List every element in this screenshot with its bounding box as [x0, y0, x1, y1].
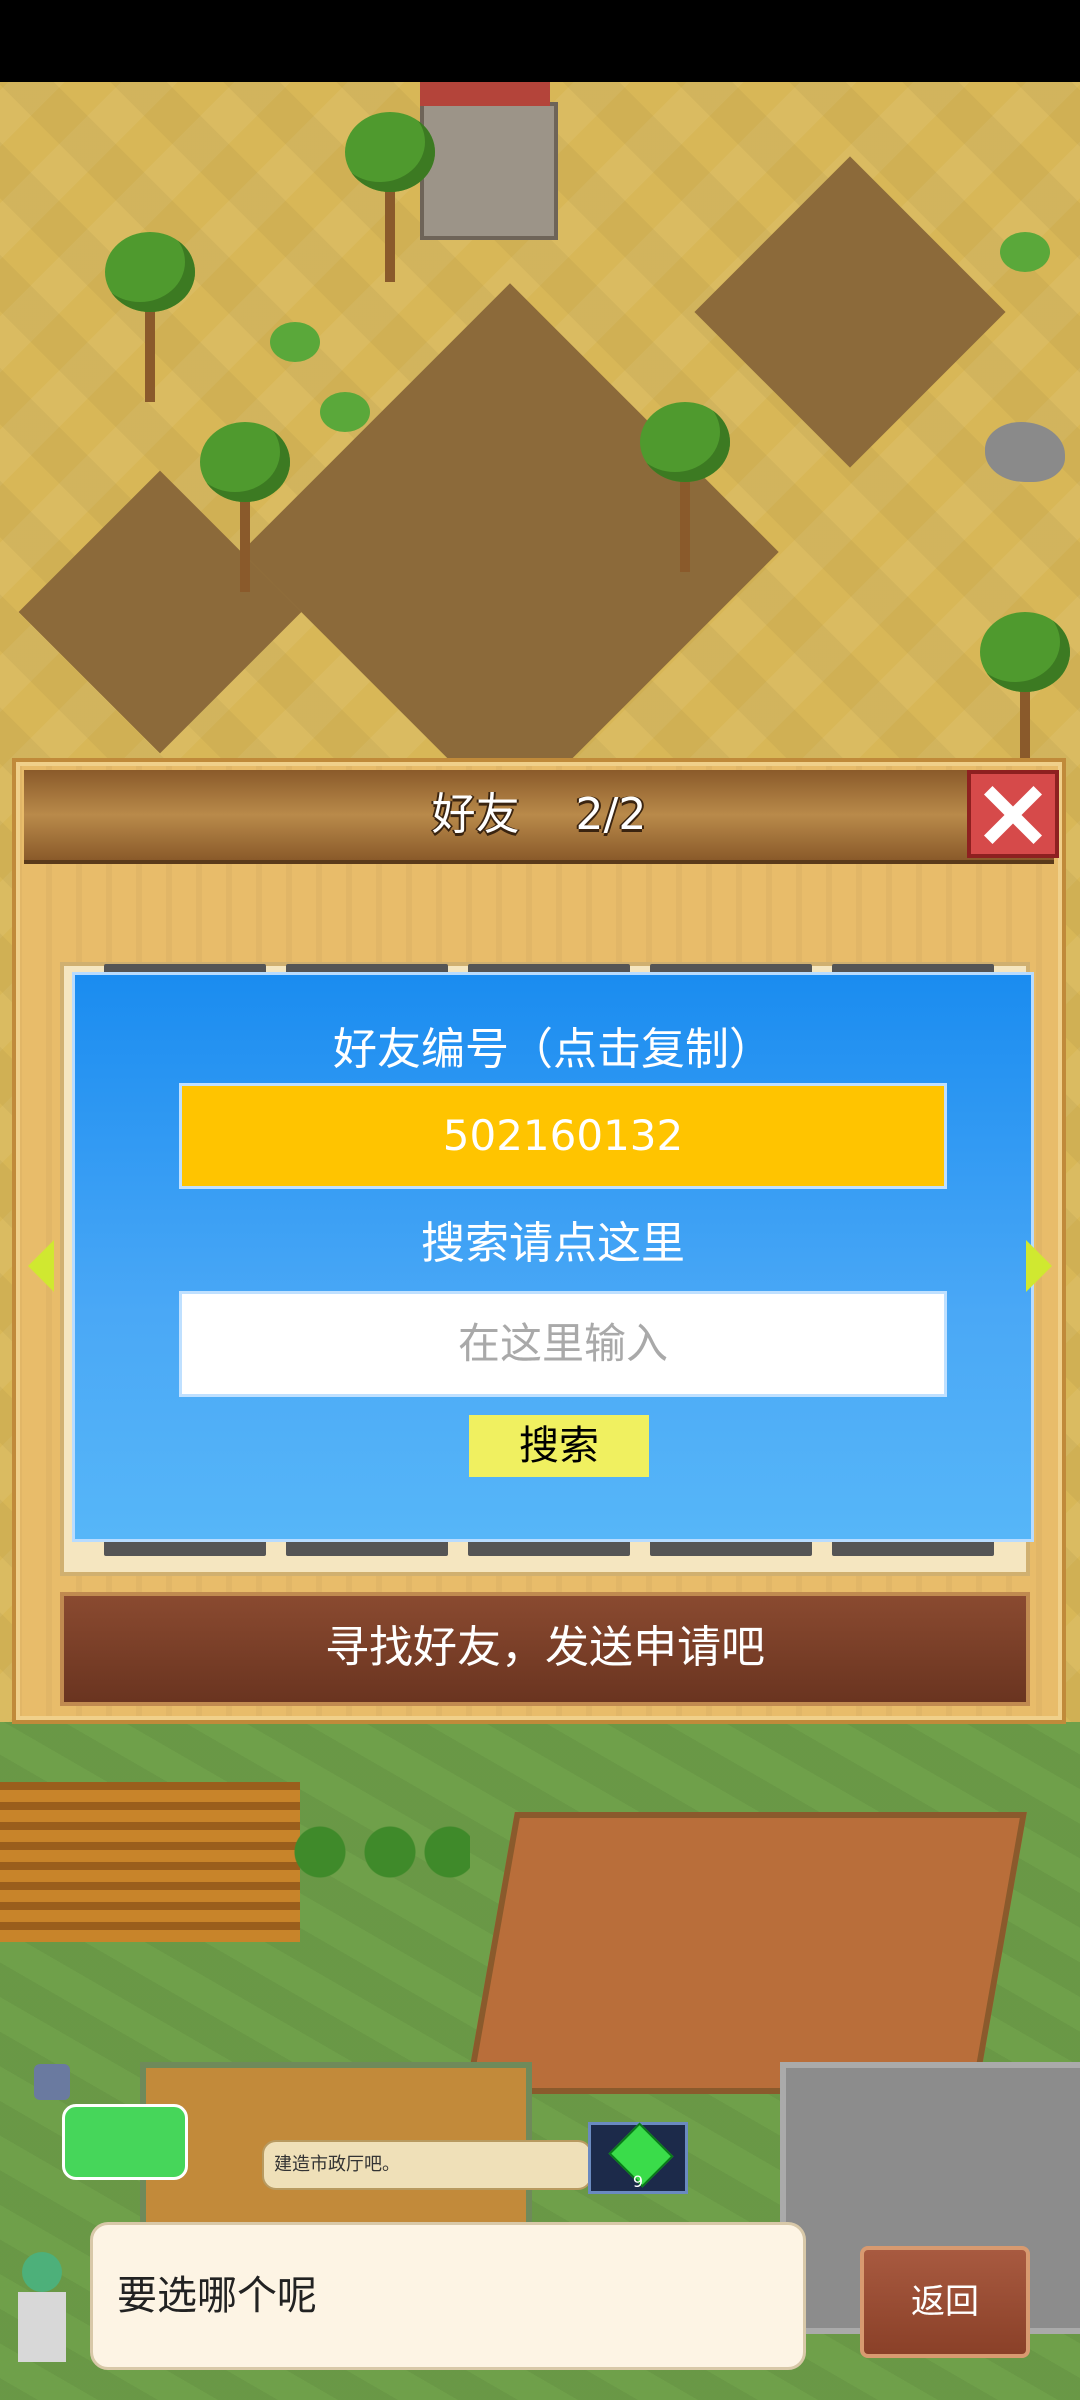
person-icon[interactable]	[34, 2064, 70, 2100]
friends-icon[interactable]	[62, 2104, 188, 2180]
crop-field[interactable]	[0, 1782, 300, 1942]
friends-dialog: 好友 2/2 好友编号（点击复制） 502160132 搜索请点这里 在这里输入…	[12, 758, 1066, 1724]
friend-search-panel: 好友编号（点击复制） 502160132 搜索请点这里 在这里输入 搜索	[72, 972, 1034, 1542]
dirt-patch	[694, 156, 1006, 468]
palm-tree	[345, 112, 435, 282]
tree-row	[270, 1802, 470, 1902]
search-label: 搜索请点这里	[421, 1218, 685, 1269]
back-button[interactable]: 返回	[860, 2246, 1030, 2358]
friend-id-copy-button[interactable]: 502160132	[179, 1083, 947, 1189]
advisor-avatar	[8, 2252, 72, 2372]
dialog-title: 好友 2/2	[431, 789, 647, 840]
house-building[interactable]	[465, 1812, 1027, 2094]
palm-tree	[640, 402, 730, 572]
message-box: 要选哪个呢	[90, 2222, 806, 2370]
palm-tree	[200, 422, 290, 592]
status-bar	[0, 0, 1080, 82]
footer-banner: 寻找好友，发送申请吧	[60, 1592, 1030, 1706]
gem-badge[interactable]: 9	[588, 2122, 688, 2194]
bush	[320, 392, 370, 432]
palm-tree	[980, 612, 1070, 782]
next-page-arrow-icon[interactable]	[1026, 1240, 1052, 1292]
palm-tree	[105, 232, 195, 402]
gem-count: 9	[632, 2172, 644, 2191]
search-input[interactable]: 在这里输入	[179, 1291, 947, 1397]
close-button[interactable]	[967, 770, 1059, 858]
previous-page-arrow-icon[interactable]	[28, 1240, 54, 1292]
friend-id-label: 好友编号（点击复制）	[333, 1024, 773, 1075]
bush	[270, 322, 320, 362]
hint-bubble: 建造市政厅吧。	[262, 2140, 592, 2190]
tower-roof	[420, 82, 550, 106]
cactus	[1000, 232, 1050, 272]
search-button[interactable]: 搜索	[469, 1415, 649, 1477]
stone-tower-building[interactable]	[420, 82, 558, 240]
dialog-header: 好友 2/2	[24, 770, 1054, 864]
boulder	[985, 422, 1065, 482]
